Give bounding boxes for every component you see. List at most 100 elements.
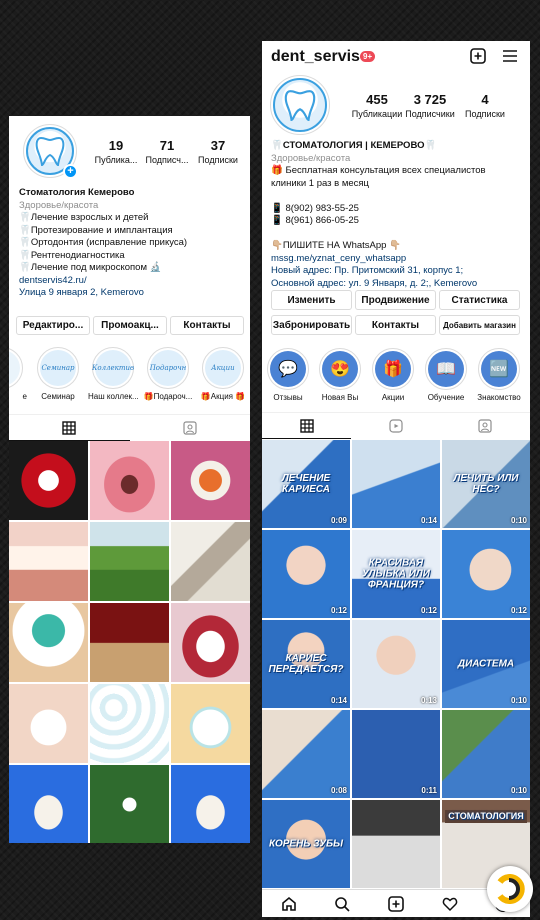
nav-create[interactable] [385,893,407,915]
highlight-reviews[interactable]: 💬 Отзывы [263,348,313,402]
stat-followers[interactable]: 71 Подписч... [142,138,192,165]
post-thumbnail[interactable] [171,603,250,682]
highlight-new-you[interactable]: 😍 Новая Вы [315,348,365,402]
highlight-partial[interactable]: е [9,347,27,401]
chat-bubble-icon: 💬 [270,351,306,387]
post-thumbnail[interactable] [171,441,250,520]
bio-line: 🦷Лечение взрослых и детей [19,212,149,223]
post-thumbnail[interactable]: ЛЕЧЕНИЕ КАРИЕСА 0:09 [262,440,350,528]
stat-following-label: Подписки [465,109,505,119]
profile-avatar[interactable]: + [23,124,78,179]
post-thumbnail[interactable] [9,765,88,843]
post-thumbnail[interactable]: ДИАСТЕМА 0:10 [442,620,530,708]
edit-profile-button[interactable]: Изменить [271,290,352,310]
post-thumbnail[interactable]: ЛЕЧИТЬ ИЛИ НЕС? 0:10 [442,440,530,528]
menu-icon[interactable] [502,49,518,63]
post-thumbnail[interactable] [9,684,88,763]
profile-address-new[interactable]: Новый адрес: Пр. Притомский 31, корпус 1… [271,265,526,278]
insights-button[interactable]: Статистика [439,290,520,310]
post-thumbnail[interactable]: 0:12 [442,530,530,618]
post-thumbnail[interactable] [171,684,250,763]
profile-address-link[interactable]: Улица 9 января 2, Kemerovo [19,287,247,300]
profile-avatar[interactable] [270,75,330,135]
nav-activity[interactable] [439,893,461,915]
highlight-team[interactable]: Коллектив Наш коллек... [88,347,138,401]
book-button[interactable]: Забронировать [271,315,352,335]
notification-badge[interactable]: 9+ [360,51,376,62]
post-thumbnail[interactable]: 0:10 [442,710,530,798]
tab-tagged[interactable] [130,415,251,441]
post-thumbnail[interactable] [352,800,440,888]
book-icon: 📖 [428,351,464,387]
new-badge-icon: 🆕 [481,351,517,387]
heart-icon [442,897,457,911]
stat-posts-label: Публика... [94,155,138,165]
add-story-icon[interactable]: + [63,164,78,179]
profile-website-link[interactable]: dentservis42.ru/ [19,275,247,288]
highlight-intro[interactable]: 🆕 Знакомство [474,348,524,402]
bio-line: клиники 1 раз в месяц [271,177,369,189]
post-thumbnail[interactable] [9,522,88,601]
post-thumbnail[interactable] [90,603,169,682]
promote-button[interactable]: Продвижение [355,290,436,310]
watermark-logo-icon [487,866,533,912]
highlight-training[interactable]: 📖 Обучение [421,348,471,402]
video-duration: 0:11 [421,786,437,795]
video-duration: 0:09 [330,516,347,525]
profile-address-main[interactable]: Основной адрес: ул. 9 Января, д. 2;, Kem… [271,278,526,291]
post-thumbnail[interactable] [9,441,88,520]
nav-home[interactable] [278,893,300,915]
stat-posts[interactable]: 19 Публика... [91,138,141,165]
stat-following[interactable]: 4 Подписки [454,92,516,119]
post-thumbnail[interactable]: КОРЕНЬ ЗУБЫ [262,800,350,888]
highlight-label: Отзывы [273,393,303,402]
highlight-gifts[interactable]: Подарочн 🎁Подароч... [143,347,193,401]
home-icon [281,896,296,911]
highlight-promo[interactable]: 🎁 Акции [368,348,418,402]
promotions-button[interactable]: Промоакц... [93,316,167,335]
stat-following[interactable]: 37 Подписки [193,138,243,165]
highlight-promo[interactable]: Акции 🎁Акция 🎁 [198,347,248,401]
add-shop-button[interactable]: Добавить магазин [439,315,520,335]
post-thumbnail[interactable]: 0:14 [352,440,440,528]
nav-search[interactable] [331,893,353,915]
bio-spacer [271,190,526,203]
post-thumbnail[interactable] [90,765,169,843]
grid-icon [62,420,76,435]
post-thumbnail[interactable]: 0:13 [352,620,440,708]
post-thumbnail[interactable] [90,684,169,763]
tab-grid[interactable] [262,413,352,439]
contacts-button[interactable]: Контакты [355,315,436,335]
profile-tabs [262,412,530,439]
tooth-emoji-icon: 🦷 [19,249,31,261]
video-duration: 0:08 [330,786,347,795]
post-thumbnail[interactable] [90,441,169,520]
post-thumbnail[interactable] [90,522,169,601]
tooth-emoji-icon: 🦷 [19,212,31,223]
post-thumbnail[interactable]: 0:12 [262,530,350,618]
profile-category: Здоровье/красота [271,152,351,164]
new-post-icon[interactable] [470,48,486,64]
post-caption-overlay: ЛЕЧЕНИЕ КАРИЕСА [281,473,331,495]
edit-profile-button[interactable]: Редактиро... [16,316,90,335]
post-thumbnail[interactable]: КРАСИВАЯ УЛЫБКА ИЛИ ФРАНЦИЯ? 0:12 [352,530,440,618]
highlight-label: 🎁Подароч... [143,392,193,401]
tooth-emoji-icon: 🦷 [19,237,31,248]
post-thumbnail[interactable] [9,603,88,682]
highlight-cover-text: Подарочн [150,350,186,386]
post-thumbnail[interactable] [171,522,250,601]
contacts-button[interactable]: Контакты [170,316,244,335]
post-grid: ЛЕЧЕНИЕ КАРИЕСА 0:09 0:14 ЛЕЧИТЬ ИЛИ НЕС? 0:… [262,440,530,888]
tab-grid[interactable] [9,415,130,441]
stat-followers[interactable]: 3 725 Подписчики [399,92,461,119]
post-thumbnail[interactable]: КАРИЕС ПЕРЕДАЕТСЯ? 0:14 [262,620,350,708]
tab-tagged[interactable] [441,413,530,439]
post-thumbnail[interactable]: 0:11 [352,710,440,798]
highlight-seminar[interactable]: Семинар Семинар [33,347,83,401]
post-thumbnail[interactable]: 0:08 [262,710,350,798]
stat-following-count: 37 [210,138,226,153]
profile-website-link[interactable]: mssg.me/yznat_ceny_whatsapp [271,253,526,266]
post-thumbnail[interactable] [171,765,250,843]
profile-username[interactable]: dent_servis [271,48,360,66]
tab-reels[interactable] [351,413,440,439]
